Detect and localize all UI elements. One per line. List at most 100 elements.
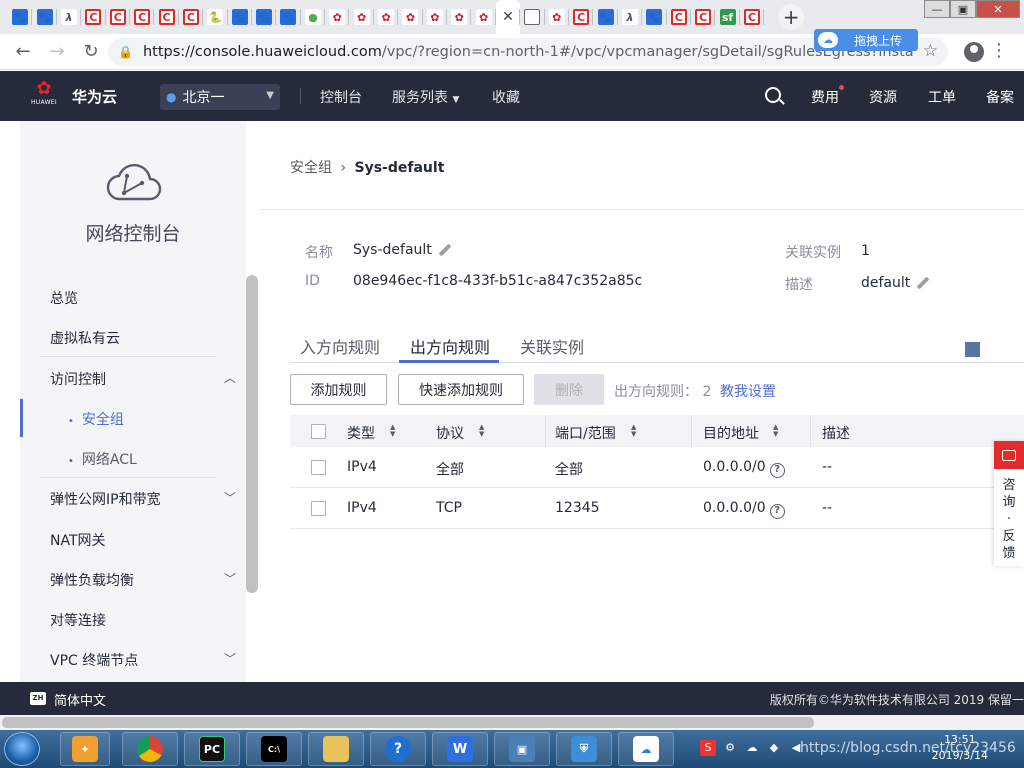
- sidebar-subitem-network-acl[interactable]: • 网络ACL: [68, 449, 137, 469]
- chevron-up-icon[interactable]: ︿: [224, 369, 236, 386]
- sidebar-item-access-control[interactable]: 访问控制: [50, 369, 106, 389]
- upload-drag-badge[interactable]: ☁ 拖拽上传: [814, 29, 918, 51]
- taskbar-network[interactable]: ▣: [494, 732, 550, 766]
- new-tab-button[interactable]: +: [778, 4, 805, 30]
- feedback-widget[interactable]: 咨询 · 反馈: [994, 441, 1024, 566]
- minimize-button[interactable]: —: [924, 0, 950, 18]
- browser-tab[interactable]: ✿: [447, 0, 472, 34]
- browser-tab[interactable]: λ: [57, 0, 82, 34]
- browser-tab[interactable]: ✿: [325, 0, 350, 34]
- column-header-port-range[interactable]: 端口/范围: [555, 423, 616, 443]
- nav-billing[interactable]: 费用: [811, 87, 839, 107]
- browser-tab[interactable]: 🐾: [642, 0, 667, 34]
- row-checkbox[interactable]: [311, 501, 326, 516]
- chevron-down-icon[interactable]: ﹀: [224, 650, 236, 667]
- row-checkbox[interactable]: [311, 460, 326, 475]
- taskbar-help[interactable]: ?: [370, 732, 426, 766]
- add-rule-button[interactable]: 添加规则: [290, 374, 387, 405]
- sort-icon[interactable]: ▲ ▼: [390, 424, 398, 438]
- browser-tab[interactable]: ✿: [423, 0, 448, 34]
- maximize-button[interactable]: ▣: [950, 0, 976, 18]
- tab-associated-instances[interactable]: 关联实例: [520, 334, 584, 358]
- close-tab-icon[interactable]: ✕: [502, 9, 514, 25]
- horizontal-scrollbar[interactable]: [0, 715, 1024, 730]
- sidebar-item-vpc[interactable]: 虚拟私有云: [50, 328, 120, 348]
- nav-console[interactable]: 控制台: [320, 87, 362, 107]
- nav-filing[interactable]: 备案: [986, 87, 1014, 107]
- help-link[interactable]: 教我设置: [720, 381, 776, 401]
- browser-tab[interactable]: 🐍: [203, 0, 228, 34]
- taskbar-chrome[interactable]: [122, 732, 178, 766]
- network-tray-icon[interactable]: ⚙: [722, 740, 738, 756]
- start-button[interactable]: [4, 732, 40, 766]
- cloud-tray-icon[interactable]: ☁: [744, 740, 760, 756]
- browser-tab[interactable]: C: [130, 0, 155, 34]
- select-all-checkbox[interactable]: [311, 424, 326, 439]
- column-header-type[interactable]: 类型: [347, 423, 375, 443]
- browser-tab[interactable]: C: [154, 0, 180, 34]
- bookmark-star-icon[interactable]: ☆: [923, 41, 938, 61]
- browser-tab[interactable]: C: [106, 0, 131, 34]
- browser-tab[interactable]: C: [691, 0, 716, 34]
- browser-tab[interactable]: ✿: [545, 0, 570, 34]
- taskbar-wps[interactable]: W: [432, 732, 488, 766]
- browser-menu-icon[interactable]: ⋮: [990, 40, 1008, 61]
- browser-tab[interactable]: ✿: [349, 0, 375, 34]
- sidebar-item-overview[interactable]: 总览: [50, 288, 78, 308]
- nav-service-list[interactable]: 服务列表 ▼: [392, 87, 459, 107]
- delete-button[interactable]: 删除: [534, 374, 604, 405]
- brand-name[interactable]: 华为云: [72, 86, 117, 107]
- sort-icon[interactable]: ▲ ▼: [773, 424, 781, 438]
- sidebar-scrollbar[interactable]: [246, 275, 258, 593]
- browser-tab-active[interactable]: ✕: [495, 0, 521, 34]
- taskbar-terminal[interactable]: C:\: [246, 732, 302, 766]
- browser-tab[interactable]: sf: [715, 0, 741, 34]
- sidebar-item-nat[interactable]: NAT网关: [50, 530, 106, 550]
- browser-tab[interactable]: C: [740, 0, 765, 34]
- tab-outbound-rules[interactable]: 出方向规则: [410, 334, 490, 358]
- sort-icon[interactable]: ▲ ▼: [479, 424, 487, 438]
- browser-tab[interactable]: C: [81, 0, 106, 34]
- huawei-logo[interactable]: ✿ HUAWEI: [30, 80, 58, 107]
- tab-inbound-rules[interactable]: 入方向规则: [300, 334, 380, 358]
- sidebar-subitem-security-group[interactable]: • 安全组: [68, 409, 124, 429]
- edit-icon[interactable]: [438, 243, 452, 257]
- back-icon[interactable]: ←: [8, 41, 38, 62]
- taskbar-pycharm[interactable]: PC: [184, 732, 240, 766]
- browser-tab[interactable]: C: [569, 0, 594, 34]
- browser-tab[interactable]: 🐾: [276, 0, 302, 34]
- sidebar-item-peering[interactable]: 对等连接: [50, 610, 106, 630]
- search-icon[interactable]: [765, 87, 781, 103]
- browser-tab[interactable]: [520, 0, 545, 34]
- breadcrumb-parent[interactable]: 安全组: [290, 160, 332, 176]
- nav-resources[interactable]: 资源: [869, 87, 897, 107]
- region-selector[interactable]: ● 北京一 ▼: [160, 84, 280, 110]
- sogou-icon[interactable]: S: [700, 740, 716, 756]
- column-header-destination[interactable]: 目的地址: [703, 423, 759, 443]
- browser-tab[interactable]: ●: [301, 0, 326, 34]
- forward-icon[interactable]: →: [42, 41, 72, 62]
- help-question-icon[interactable]: ?: [769, 463, 785, 478]
- browser-tab[interactable]: 🐾: [8, 0, 33, 34]
- browser-tab[interactable]: 🐾: [228, 0, 253, 34]
- sidebar-item-eip[interactable]: 弹性公网IP和带宽: [50, 489, 161, 509]
- language-selector[interactable]: 简体中文: [54, 690, 106, 709]
- chevron-down-icon[interactable]: ﹀: [224, 489, 236, 506]
- taskbar-baidu-netdisk[interactable]: ☁: [618, 732, 674, 766]
- browser-tab[interactable]: 🐾: [593, 0, 619, 34]
- help-question-icon[interactable]: ?: [769, 504, 785, 519]
- taskbar-explorer[interactable]: [308, 732, 364, 766]
- chevron-down-icon[interactable]: ﹀: [224, 570, 236, 587]
- account-icon[interactable]: [964, 42, 984, 62]
- scrollbar-thumb[interactable]: [2, 717, 814, 728]
- column-header-protocol[interactable]: 协议: [436, 423, 464, 443]
- sort-icon[interactable]: ▲ ▼: [631, 424, 639, 438]
- taskbar-app-1[interactable]: ✦: [60, 732, 110, 766]
- browser-tab[interactable]: ✿: [374, 0, 399, 34]
- browser-tab[interactable]: C: [179, 0, 204, 34]
- reload-icon[interactable]: ↻: [76, 41, 106, 62]
- browser-tab[interactable]: ✿: [398, 0, 424, 34]
- browser-tab[interactable]: 🐾: [32, 0, 58, 34]
- quick-add-rule-button[interactable]: 快速添加规则: [398, 374, 524, 405]
- browser-tab[interactable]: λ: [618, 0, 643, 34]
